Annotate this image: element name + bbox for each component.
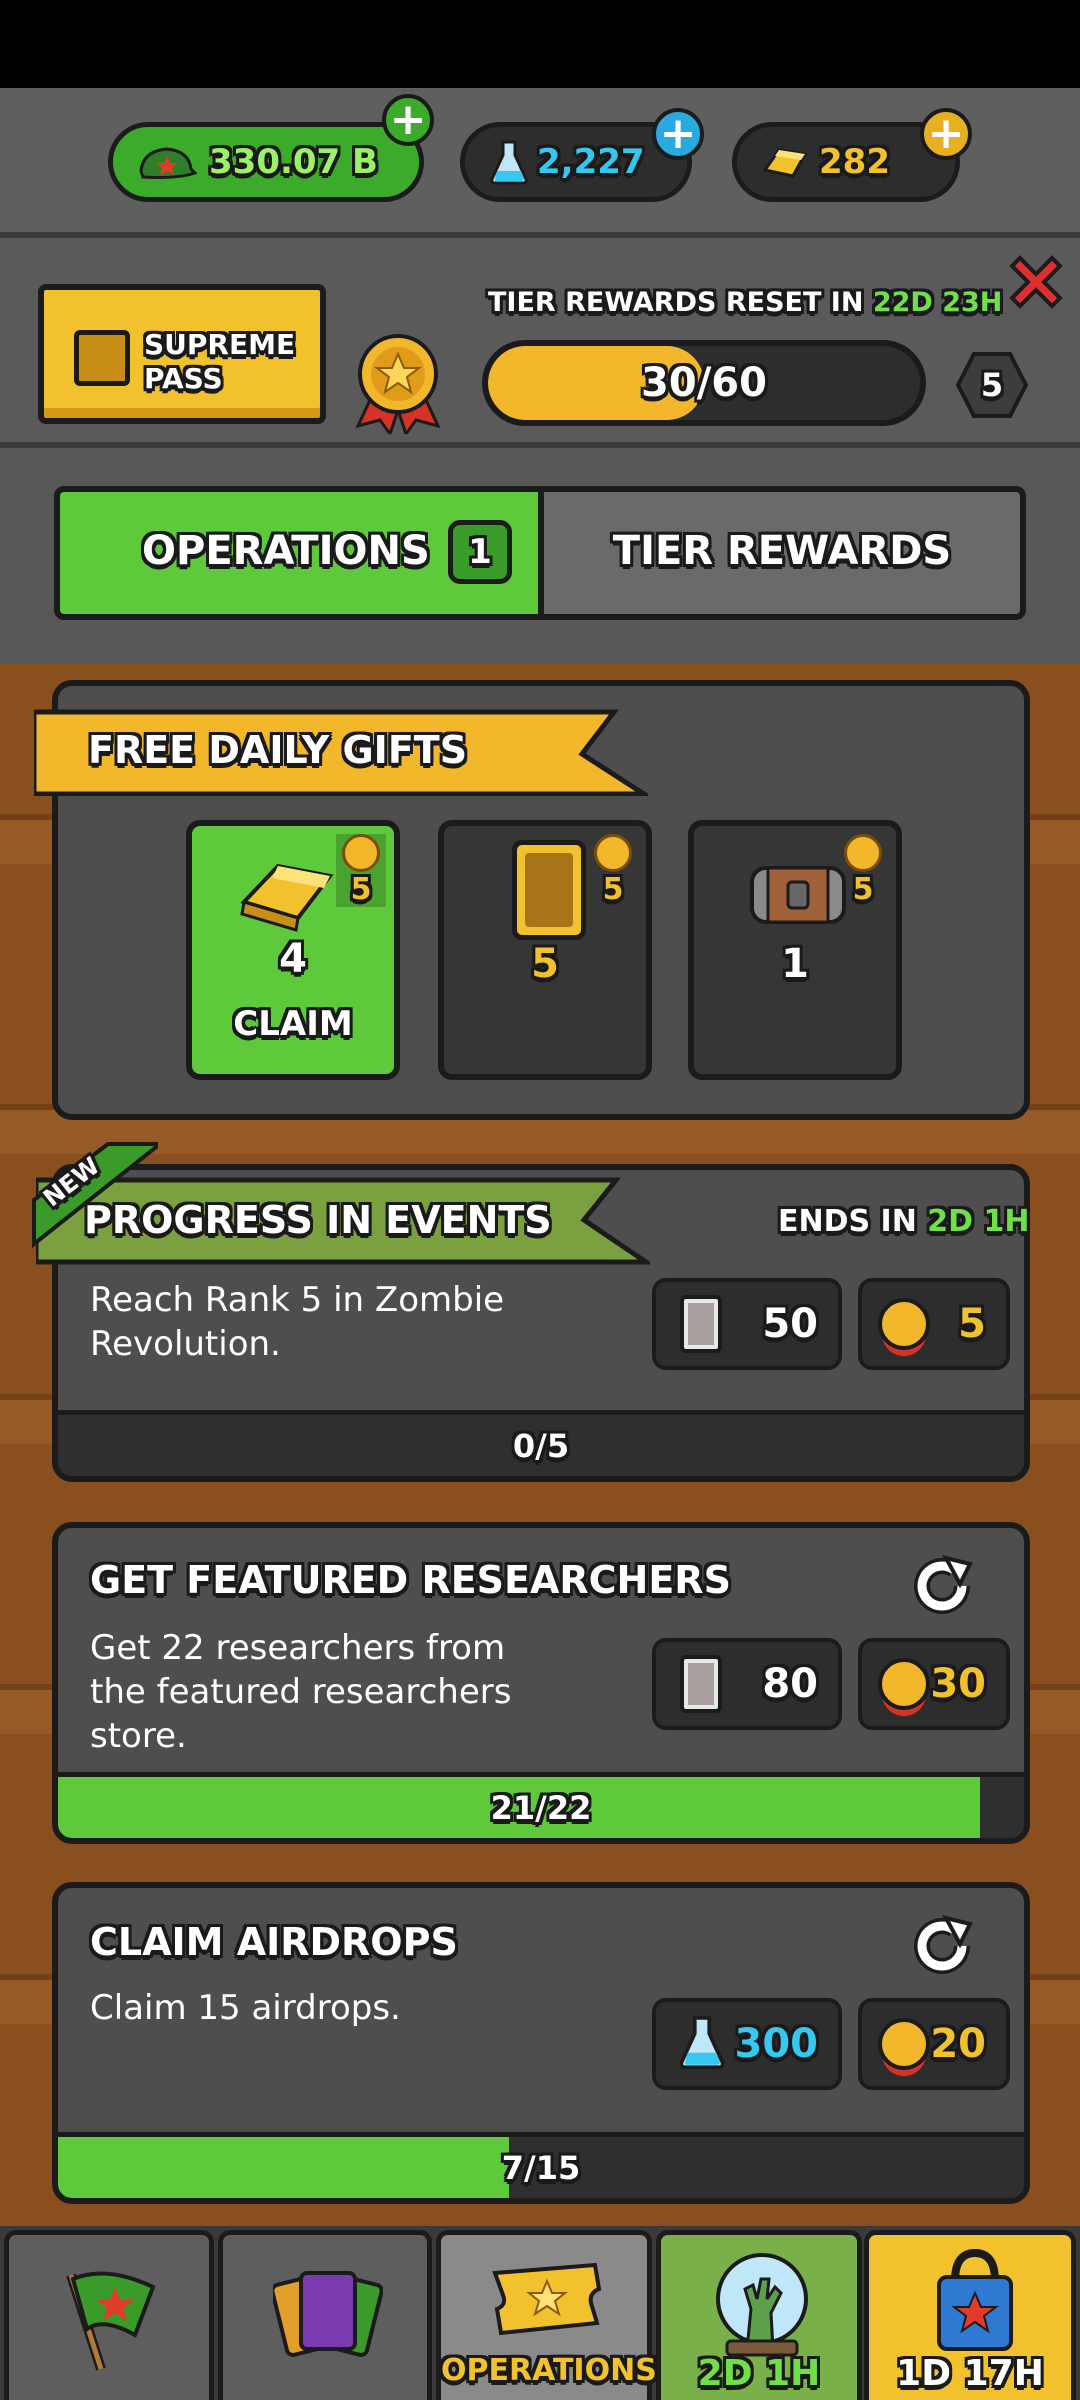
gift-gold-medals: 5 (336, 834, 386, 907)
pass-label-line2: PASS (144, 362, 223, 395)
task-researchers-progress: 21/22 (58, 1772, 1024, 1838)
nav-event[interactable]: 2D 1H (656, 2230, 862, 2400)
tab-tier-rewards-label: TIER REWARDS (612, 528, 952, 574)
nav-operations[interactable]: OPERATIONS (436, 2230, 657, 2400)
cash-value: 330.07 B (209, 142, 378, 182)
flask-icon (489, 139, 529, 185)
gold-bar-icon (761, 142, 809, 182)
tier-level-value: 5 (980, 366, 1004, 404)
science-value: 2,227 (537, 142, 645, 182)
cards-icon (273, 2271, 383, 2357)
task-researchers-refresh-button[interactable] (906, 1550, 978, 1622)
reset-label: TIER REWARDS RESET IN 22D 23H (488, 287, 1003, 318)
task-researchers-desc: Get 22 researchers from the featured res… (90, 1628, 512, 1756)
task-events-progress: 0/5 (58, 1410, 1024, 1476)
card-icon (680, 1295, 722, 1353)
nav-operations-label: OPERATIONS (441, 2353, 657, 2388)
task-airdrops-progress: 7/15 (58, 2132, 1024, 2198)
status-bar (0, 0, 1080, 88)
add-cash-button[interactable]: + (382, 94, 434, 146)
supreme-pass-button[interactable]: SUPREME PASS (38, 284, 326, 424)
close-button[interactable] (998, 244, 1074, 320)
card-icon (680, 1655, 722, 1713)
task-airdrops-reward-science: 300 (652, 1998, 842, 2090)
new-badge: NEW (28, 1140, 166, 1250)
shopping-bag-icon (937, 2248, 1013, 2351)
task-researchers-reward-medal: 30 (858, 1638, 1010, 1730)
add-gold-button[interactable]: + (920, 108, 972, 160)
gift-chest[interactable]: 5 1 (688, 820, 902, 1080)
reset-time: 22D 23H (872, 287, 1003, 318)
gift-card-count: 5 (531, 941, 559, 987)
card-icon (512, 840, 586, 940)
gift-card-medals: 5 (588, 834, 638, 907)
pass-progress-bar: 30/60 (482, 340, 926, 426)
task-events-reward-card: 50 (652, 1278, 842, 1370)
refresh-icon (914, 1914, 973, 1974)
task-airdrops-title: CLAIM AIRDROPS (90, 1920, 458, 1964)
chest-icon (746, 860, 850, 934)
cash-counter[interactable]: 330.07 B (108, 122, 424, 202)
medal-icon (878, 2018, 930, 2070)
gift-gold[interactable]: 5 4 CLAIM (186, 820, 400, 1080)
task-airdrops-reward-medal: 20 (858, 1998, 1010, 2090)
army-cap-icon (137, 145, 198, 179)
flag-icon (66, 2271, 156, 2371)
ticket-star-icon (492, 2262, 602, 2336)
gift-gold-count: 4 (279, 936, 307, 982)
gold-value: 282 (819, 142, 890, 182)
nav-missions[interactable] (4, 2230, 214, 2400)
gold-bars-icon (236, 846, 336, 940)
daily-gifts-title: FREE DAILY GIFTS (88, 728, 468, 772)
medal-icon (878, 1658, 930, 1710)
refresh-icon (914, 1554, 973, 1614)
task-researchers-reward-card: 80 (652, 1638, 842, 1730)
gift-claim-label: CLAIM (233, 1004, 353, 1044)
daily-gifts-ribbon: FREE DAILY GIFTS (31, 706, 653, 797)
pass-checkbox (74, 330, 130, 386)
flask-icon (678, 2014, 726, 2074)
add-science-button[interactable]: + (652, 108, 704, 160)
task-events-ends: ENDS IN 2D 1H (778, 1204, 1030, 1239)
nav-event-timer: 2D 1H (697, 2353, 821, 2394)
gift-chest-medals: 5 (838, 834, 888, 907)
task-events-reward-medal: 5 (858, 1278, 1010, 1370)
task-events-progress-text: 0/5 (512, 1426, 570, 1465)
task-events-desc: Reach Rank 5 in Zombie Revolution. (90, 1280, 505, 1364)
tab-operations-badge: 1 (448, 520, 512, 584)
close-icon (1009, 255, 1063, 309)
tab-operations-label: OPERATIONS (142, 528, 430, 574)
task-airdrops-progress-text: 7/15 (501, 2148, 581, 2187)
task-researchers-progress-text: 21/22 (490, 1788, 592, 1827)
task-airdrops-refresh-button[interactable] (906, 1910, 978, 1982)
nav-shop-timer: 1D 17H (896, 2353, 1044, 2394)
nav-shop[interactable]: 1D 17H (864, 2230, 1076, 2400)
medal-icon (350, 330, 446, 438)
pass-label-line1: SUPREME (144, 328, 296, 361)
task-airdrops-desc: Claim 15 airdrops. (90, 1988, 401, 2028)
task-researchers-title: GET FEATURED RESEARCHERS (90, 1558, 731, 1602)
tab-operations[interactable]: OPERATIONS 1 (54, 486, 544, 620)
tier-level-hexagon: 5 (954, 350, 1030, 420)
pass-progress-text: 30/60 (641, 360, 767, 406)
gift-chest-count: 1 (781, 941, 809, 987)
nav-researchers[interactable] (218, 2230, 432, 2400)
task-events-ends-time: 2D 1H (927, 1204, 1030, 1239)
tab-tier-rewards[interactable]: TIER REWARDS (544, 486, 1026, 620)
medal-icon (878, 1298, 930, 1350)
zombie-globe-icon (716, 2253, 808, 2357)
gift-card[interactable]: 5 5 (438, 820, 652, 1080)
